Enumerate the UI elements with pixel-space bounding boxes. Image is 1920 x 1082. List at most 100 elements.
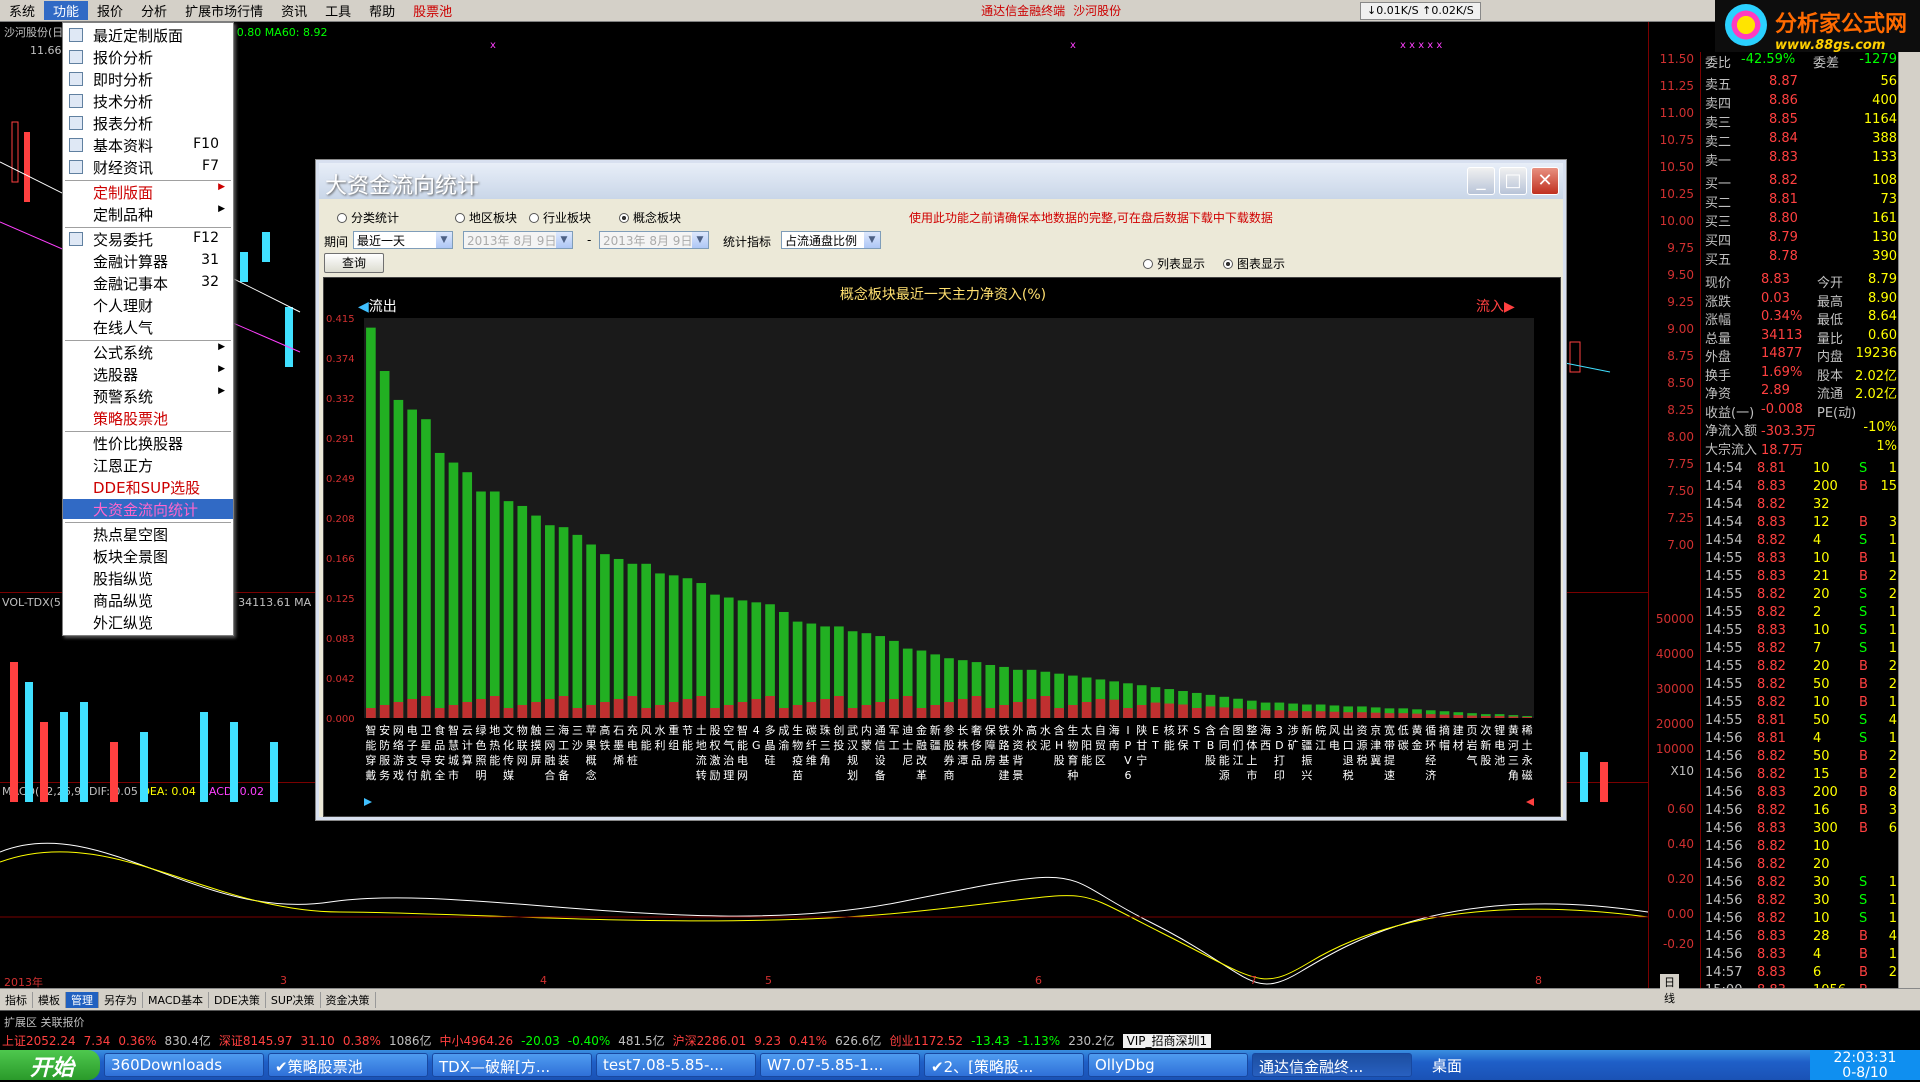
menu-item[interactable]: 金融记事本 32 [63, 273, 233, 293]
menu-item[interactable]: 报表分析 [63, 113, 233, 133]
radio-industry-sector[interactable]: 行业板块 [529, 209, 591, 226]
sell-order-row: 卖三 8.85 1164 [1701, 112, 1901, 131]
menu-quote[interactable]: 报价 [88, 1, 132, 20]
category-label: 障 [985, 738, 996, 752]
tick-time: 14:54 [1705, 479, 1743, 494]
menu-extended-market[interactable]: 扩展市场行情 [176, 1, 272, 20]
stat-value: 18.7万 [1761, 442, 1803, 458]
menu-item[interactable]: 定制版面 ▶ [63, 182, 233, 202]
axis-tick: -0.20 [1662, 937, 1694, 951]
query-button[interactable]: 查询 [324, 253, 384, 273]
category-label: 疆 [1301, 739, 1312, 752]
template-tab[interactable]: 资金决策 [321, 991, 376, 1008]
menu-item[interactable]: 板块全景图 [63, 546, 233, 566]
scroll-right-icon[interactable] [1526, 798, 1534, 806]
bar-outflow [655, 573, 665, 718]
menu-item[interactable]: 技术分析 [63, 91, 233, 111]
menu-item[interactable]: 财经资讯 F7 [63, 157, 233, 177]
taskbar-item[interactable]: W7.07-5.85-1... [760, 1053, 920, 1077]
tick-volume: 28 [1813, 929, 1830, 944]
date-from-picker[interactable]: 2013年 8月 9日 ▼ [463, 231, 573, 249]
menu-item[interactable]: 交易委托 F12 [63, 229, 233, 249]
menu-item[interactable]: 预警系统 ▶ [63, 386, 233, 406]
menu-stock-pool[interactable]: 股票池 [404, 1, 461, 20]
right-toolbar[interactable] [1898, 52, 1920, 1042]
template-tab[interactable]: 模板 [33, 991, 66, 1008]
template-tab[interactable]: 管理 [66, 991, 99, 1008]
menu-item[interactable]: 基本资料 F10 [63, 135, 233, 155]
category-label: 津 [1370, 739, 1381, 752]
start-button[interactable]: 开始 [0, 1050, 100, 1081]
menu-item[interactable]: 大资金流向统计 [63, 499, 233, 519]
date-to-picker[interactable]: 2013年 8月 9日 ▼ [599, 231, 709, 249]
vip-server[interactable]: VIP_招商深圳1 [1122, 1034, 1212, 1048]
taskbar-item[interactable]: OllyDbg [1088, 1053, 1248, 1077]
menu-item[interactable]: 江恩正方 [63, 455, 233, 475]
menu-item[interactable]: 个人理财 [63, 295, 233, 315]
taskbar-item[interactable]: TDX—破解[方... [432, 1053, 592, 1077]
category-label: 土 [1522, 739, 1533, 752]
category-label: 同 [1219, 739, 1230, 752]
menu-item[interactable]: 公式系统 ▶ [63, 342, 233, 362]
taskbar-item[interactable]: ✔2、[策略股... [924, 1053, 1084, 1077]
desktop-button[interactable]: 桌面 [1412, 1055, 1482, 1076]
radio-list-view[interactable]: 列表显示 [1143, 255, 1205, 272]
menu-analysis[interactable]: 分析 [132, 1, 176, 20]
related-quote-label[interactable]: 关联报价 [41, 1016, 85, 1029]
menu-item[interactable]: 策略股票池 [63, 408, 233, 428]
category-label: 6 [1124, 769, 1131, 782]
scroll-left-icon[interactable] [364, 798, 372, 806]
taskbar-item[interactable]: ✔策略股票池 [268, 1053, 428, 1077]
period-select[interactable]: 最近一天 ▼ [353, 231, 453, 249]
menu-item[interactable]: 在线人气 [63, 317, 233, 337]
menu-item[interactable]: DDE和SUP选股 [63, 477, 233, 497]
tick-price: 8.83 [1757, 479, 1786, 494]
template-tab[interactable]: MACD基本 [143, 991, 209, 1008]
tick-count: 1 [1888, 641, 1897, 656]
menu-item[interactable]: 报价分析 [63, 47, 233, 67]
radio-category-stats[interactable]: 分类统计 [337, 209, 399, 226]
menu-tools[interactable]: 工具 [316, 1, 360, 20]
minimize-button[interactable]: _ [1467, 167, 1495, 195]
radio-concept-sector[interactable]: 概念板块 [619, 209, 681, 226]
menu-item[interactable]: 即时分析 [63, 69, 233, 89]
category-label: 照 [476, 754, 487, 767]
menu-function[interactable]: 功能 [44, 1, 89, 20]
menu-item[interactable]: 股指纵览 [63, 568, 233, 588]
extension-area-label[interactable]: 扩展区 [4, 1016, 37, 1029]
tick-side: S [1859, 911, 1868, 926]
taskbar-item[interactable]: test7.08-5.85-... [596, 1053, 756, 1077]
template-tab[interactable]: 指标 [0, 991, 33, 1008]
template-tab[interactable]: SUP决策 [266, 991, 321, 1008]
menu-item[interactable]: 热点星空图 [63, 524, 233, 544]
menu-item[interactable]: 选股器 ▶ [63, 364, 233, 384]
category-label: 物 [1067, 738, 1078, 752]
radio-region-sector[interactable]: 地区板块 [455, 209, 517, 226]
bar-outflow-base [1054, 708, 1064, 718]
menu-system[interactable]: 系统 [0, 1, 44, 20]
maximize-button[interactable]: □ [1499, 167, 1527, 195]
menu-news[interactable]: 资讯 [272, 1, 316, 20]
radio-chart-view[interactable]: 图表显示 [1223, 255, 1285, 272]
close-button[interactable]: ✕ [1531, 167, 1559, 195]
template-tab[interactable]: 另存为 [99, 991, 143, 1008]
menu-help[interactable]: 帮助 [360, 1, 404, 20]
menu-item[interactable]: 金融计算器 31 [63, 251, 233, 271]
bar-outflow-base [1205, 706, 1216, 718]
metric-select[interactable]: 占流通盘比例 ▼ [781, 231, 881, 249]
menu-item-icon [69, 160, 83, 174]
taskbar-item[interactable]: 通达信金融终... [1252, 1053, 1412, 1077]
menu-item[interactable]: 定制品种 ▶ [63, 204, 233, 224]
category-label: 能 [737, 738, 748, 752]
stat-value-2: 0.60 [1868, 327, 1897, 343]
menu-item-label: 策略股票池 [93, 410, 169, 428]
menu-item[interactable]: 性价比换股器 [63, 433, 233, 453]
menu-item[interactable]: 商品纵览 [63, 590, 233, 610]
category-label: 太 [1081, 724, 1092, 737]
period-daily[interactable]: 日线 [1660, 974, 1679, 1006]
template-tab[interactable]: DDE决策 [209, 991, 266, 1008]
menu-item[interactable]: 外汇纵览 [63, 612, 233, 632]
taskbar-item[interactable]: 360Downloads [104, 1053, 264, 1077]
category-label: 网 [393, 724, 404, 737]
menu-item[interactable]: 最近定制版面 [63, 25, 233, 45]
